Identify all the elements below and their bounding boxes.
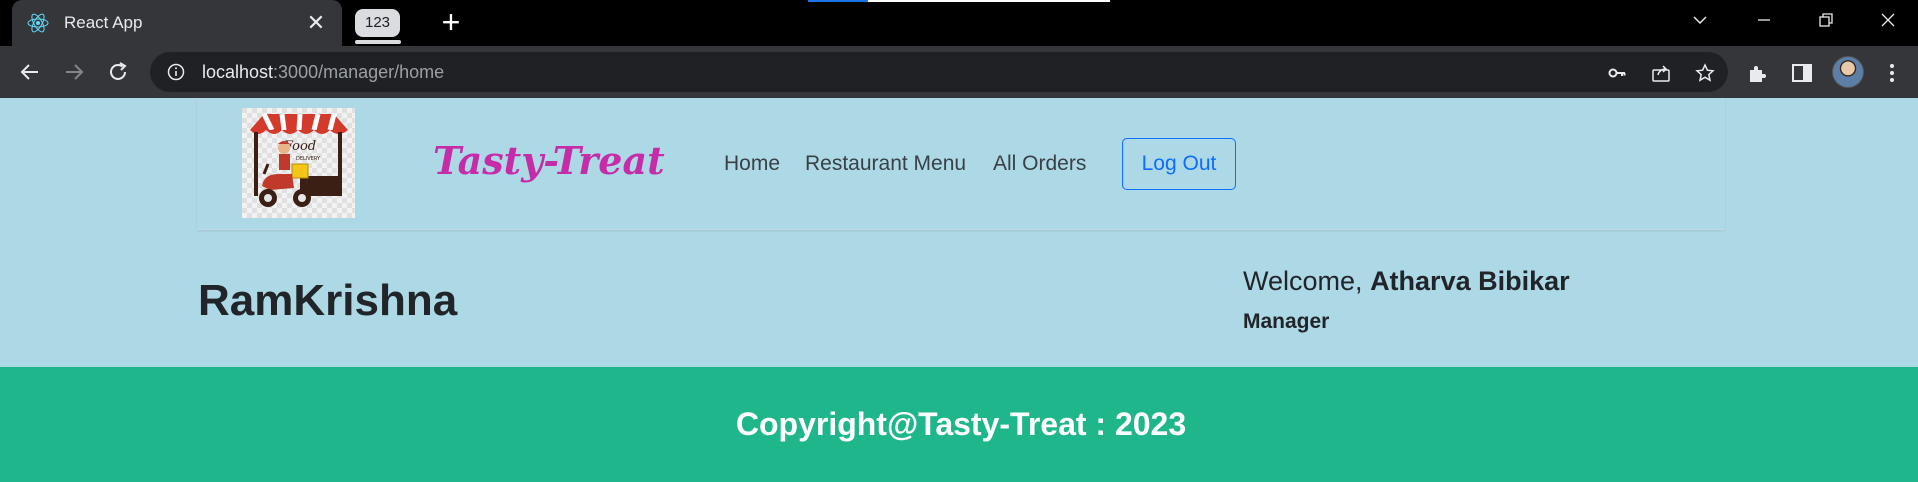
restaurant-name: RamKrishna	[198, 276, 458, 325]
extensions-puzzle-icon[interactable]	[1746, 61, 1770, 85]
footer-copyright: Copyright@Tasty-Treat : 2023	[735, 406, 1187, 442]
site-footer: Copyright@Tasty-Treat : 2023	[0, 367, 1918, 482]
top-accent-bar	[808, 0, 868, 2]
tab-title: React App	[64, 13, 143, 32]
welcome-prefix: Welcome,	[1243, 266, 1363, 296]
browser-tab[interactable]: React App ✕	[12, 0, 342, 46]
top-accent-bar-light	[868, 0, 1110, 2]
browser-toolbar: localhost:3000/manager/home	[0, 46, 1918, 98]
tab-close-icon[interactable]: ✕	[304, 10, 328, 36]
tab-group-label[interactable]: 123	[355, 9, 401, 37]
url-text[interactable]: localhost:3000/manager/home	[202, 62, 444, 83]
nav-link-all-orders[interactable]: All Orders	[993, 152, 1086, 176]
bookmark-star-icon[interactable]	[1694, 62, 1716, 84]
url-path: :3000/manager/home	[273, 61, 445, 82]
logout-button[interactable]: Log Out	[1122, 138, 1236, 190]
browser-tab-bar: React App ✕ 123 +	[0, 0, 1918, 46]
menu-kebab-icon[interactable]	[1880, 61, 1904, 85]
site-info-icon[interactable]	[166, 62, 186, 82]
restore-icon[interactable]	[1796, 0, 1856, 40]
tab-group-underline	[355, 40, 401, 44]
share-icon[interactable]	[1650, 62, 1672, 84]
nav-link-home[interactable]: Home	[724, 152, 780, 176]
page-content: Food DELIVERY Tasty-Treat Home Restauran…	[0, 98, 1918, 482]
site-navbar: Food DELIVERY Tasty-Treat Home Restauran…	[197, 98, 1725, 230]
back-arrow-icon[interactable]	[12, 54, 48, 90]
reload-icon[interactable]	[100, 54, 136, 90]
user-role: Manager	[1243, 310, 1330, 333]
food-delivery-logo[interactable]: Food DELIVERY	[242, 108, 355, 218]
minimize-icon[interactable]	[1734, 0, 1794, 40]
nav-link-restaurant-menu[interactable]: Restaurant Menu	[805, 152, 966, 176]
url-host: localhost	[202, 61, 274, 82]
forward-arrow-icon[interactable]	[56, 54, 92, 90]
react-logo-icon	[26, 11, 50, 35]
window-close-icon[interactable]	[1858, 0, 1918, 40]
tab-search-chevron-icon[interactable]	[1670, 0, 1730, 40]
new-tab-button[interactable]: +	[434, 6, 468, 40]
welcome-message: Welcome, Atharva Bibikar	[1243, 266, 1570, 297]
address-bar[interactable]: localhost:3000/manager/home	[150, 52, 1728, 92]
logo-delivery-text: DELIVERY	[296, 156, 321, 162]
side-panel-icon[interactable]	[1790, 61, 1814, 85]
profile-avatar[interactable]	[1832, 56, 1864, 88]
key-icon[interactable]	[1606, 62, 1628, 84]
brand-title[interactable]: Tasty-Treat	[433, 138, 665, 183]
user-name: Atharva Bibikar	[1370, 266, 1570, 296]
